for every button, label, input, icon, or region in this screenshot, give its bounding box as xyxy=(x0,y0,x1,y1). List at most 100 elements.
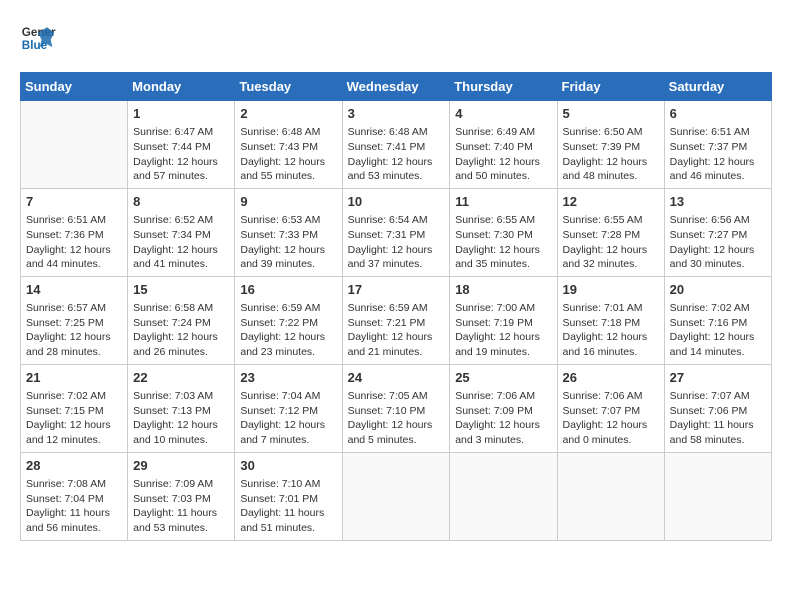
day-info: Sunrise: 6:56 AM xyxy=(670,213,766,228)
day-info: Sunset: 7:43 PM xyxy=(240,140,336,155)
calendar-cell xyxy=(557,452,664,540)
day-info: Sunset: 7:39 PM xyxy=(563,140,659,155)
day-info: Sunrise: 7:07 AM xyxy=(670,389,766,404)
day-info: Sunrise: 6:59 AM xyxy=(240,301,336,316)
day-info: Sunset: 7:28 PM xyxy=(563,228,659,243)
day-info: Sunset: 7:15 PM xyxy=(26,404,122,419)
day-info: Sunset: 7:34 PM xyxy=(133,228,229,243)
day-info: Daylight: 12 hours and 19 minutes. xyxy=(455,330,551,359)
day-info: Sunset: 7:44 PM xyxy=(133,140,229,155)
day-info: Daylight: 12 hours and 48 minutes. xyxy=(563,155,659,184)
day-info: Sunset: 7:37 PM xyxy=(670,140,766,155)
day-info: Sunset: 7:06 PM xyxy=(670,404,766,419)
day-info: Daylight: 12 hours and 35 minutes. xyxy=(455,243,551,272)
calendar-cell: 2Sunrise: 6:48 AMSunset: 7:43 PMDaylight… xyxy=(235,101,342,189)
calendar-cell: 3Sunrise: 6:48 AMSunset: 7:41 PMDaylight… xyxy=(342,101,450,189)
day-number: 29 xyxy=(133,457,229,475)
calendar-cell: 7Sunrise: 6:51 AMSunset: 7:36 PMDaylight… xyxy=(21,188,128,276)
day-info: Daylight: 11 hours and 51 minutes. xyxy=(240,506,336,535)
day-info: Sunset: 7:40 PM xyxy=(455,140,551,155)
day-info: Daylight: 12 hours and 12 minutes. xyxy=(26,418,122,447)
day-number: 2 xyxy=(240,105,336,123)
calendar-cell: 22Sunrise: 7:03 AMSunset: 7:13 PMDayligh… xyxy=(128,364,235,452)
day-info: Sunrise: 7:09 AM xyxy=(133,477,229,492)
day-info: Sunset: 7:04 PM xyxy=(26,492,122,507)
day-number: 22 xyxy=(133,369,229,387)
day-info: Sunrise: 7:10 AM xyxy=(240,477,336,492)
weekday-header-saturday: Saturday xyxy=(664,73,771,101)
day-number: 23 xyxy=(240,369,336,387)
day-info: Sunrise: 6:55 AM xyxy=(455,213,551,228)
calendar-cell: 20Sunrise: 7:02 AMSunset: 7:16 PMDayligh… xyxy=(664,276,771,364)
day-number: 28 xyxy=(26,457,122,475)
calendar-cell: 8Sunrise: 6:52 AMSunset: 7:34 PMDaylight… xyxy=(128,188,235,276)
day-info: Daylight: 12 hours and 44 minutes. xyxy=(26,243,122,272)
day-number: 24 xyxy=(348,369,445,387)
calendar-cell: 29 Sunrise: 7:09 AMSunset: 7:03 PMDayligh… xyxy=(128,452,235,540)
page-header: General Blue xyxy=(20,20,772,56)
calendar-cell: 18Sunrise: 7:00 AMSunset: 7:19 PMDayligh… xyxy=(450,276,557,364)
day-info: Daylight: 12 hours and 16 minutes. xyxy=(563,330,659,359)
day-info: Sunset: 7:10 PM xyxy=(348,404,445,419)
logo: General Blue xyxy=(20,20,56,56)
day-info: Daylight: 12 hours and 46 minutes. xyxy=(670,155,766,184)
calendar-table: SundayMondayTuesdayWednesdayThursdayFrid… xyxy=(20,72,772,541)
day-number: 5 xyxy=(563,105,659,123)
day-info: Sunrise: 7:01 AM xyxy=(563,301,659,316)
day-info: Daylight: 11 hours and 53 minutes. xyxy=(133,506,229,535)
calendar-cell: 30 Sunrise: 7:10 AMSunset: 7:01 PMDayligh… xyxy=(235,452,342,540)
day-info: Sunset: 7:03 PM xyxy=(133,492,229,507)
day-info: Sunrise: 6:55 AM xyxy=(563,213,659,228)
calendar-cell xyxy=(450,452,557,540)
weekday-header-sunday: Sunday xyxy=(21,73,128,101)
calendar-cell: 13Sunrise: 6:56 AMSunset: 7:27 PMDayligh… xyxy=(664,188,771,276)
day-info: Sunset: 7:19 PM xyxy=(455,316,551,331)
day-info: Sunrise: 6:53 AM xyxy=(240,213,336,228)
day-info: Sunrise: 7:02 AM xyxy=(26,389,122,404)
calendar-cell: 17Sunrise: 6:59 AMSunset: 7:21 PMDayligh… xyxy=(342,276,450,364)
day-info: Daylight: 12 hours and 30 minutes. xyxy=(670,243,766,272)
day-info: Sunset: 7:21 PM xyxy=(348,316,445,331)
day-info: Daylight: 12 hours and 3 minutes. xyxy=(455,418,551,447)
day-info: Sunrise: 6:58 AM xyxy=(133,301,229,316)
day-info: Sunrise: 6:48 AM xyxy=(240,125,336,140)
day-info: Sunset: 7:30 PM xyxy=(455,228,551,243)
calendar-cell xyxy=(21,101,128,189)
day-info: Daylight: 12 hours and 7 minutes. xyxy=(240,418,336,447)
day-number: 16 xyxy=(240,281,336,299)
day-number: 15 xyxy=(133,281,229,299)
day-number: 27 xyxy=(670,369,766,387)
day-number: 30 xyxy=(240,457,336,475)
calendar-cell: 10Sunrise: 6:54 AMSunset: 7:31 PMDayligh… xyxy=(342,188,450,276)
day-info: Daylight: 12 hours and 23 minutes. xyxy=(240,330,336,359)
day-info: Sunset: 7:01 PM xyxy=(240,492,336,507)
day-info: Sunset: 7:24 PM xyxy=(133,316,229,331)
day-info: Daylight: 12 hours and 50 minutes. xyxy=(455,155,551,184)
day-info: Sunset: 7:07 PM xyxy=(563,404,659,419)
calendar-cell: 9Sunrise: 6:53 AMSunset: 7:33 PMDaylight… xyxy=(235,188,342,276)
day-number: 14 xyxy=(26,281,122,299)
day-number: 8 xyxy=(133,193,229,211)
day-info: Sunrise: 7:02 AM xyxy=(670,301,766,316)
weekday-header-friday: Friday xyxy=(557,73,664,101)
day-info: Daylight: 11 hours and 56 minutes. xyxy=(26,506,122,535)
day-info: Daylight: 12 hours and 39 minutes. xyxy=(240,243,336,272)
day-number: 1 xyxy=(133,105,229,123)
day-info: Sunset: 7:16 PM xyxy=(670,316,766,331)
day-info: Sunset: 7:25 PM xyxy=(26,316,122,331)
day-info: Daylight: 12 hours and 0 minutes. xyxy=(563,418,659,447)
day-info: Sunrise: 6:57 AM xyxy=(26,301,122,316)
day-number: 6 xyxy=(670,105,766,123)
day-number: 11 xyxy=(455,193,551,211)
day-info: Daylight: 12 hours and 57 minutes. xyxy=(133,155,229,184)
calendar-cell: 6Sunrise: 6:51 AMSunset: 7:37 PMDaylight… xyxy=(664,101,771,189)
calendar-cell xyxy=(664,452,771,540)
day-number: 10 xyxy=(348,193,445,211)
weekday-header-wednesday: Wednesday xyxy=(342,73,450,101)
calendar-cell: 4Sunrise: 6:49 AMSunset: 7:40 PMDaylight… xyxy=(450,101,557,189)
weekday-header-tuesday: Tuesday xyxy=(235,73,342,101)
day-info: Sunset: 7:33 PM xyxy=(240,228,336,243)
calendar-cell: 16Sunrise: 6:59 AMSunset: 7:22 PMDayligh… xyxy=(235,276,342,364)
day-info: Daylight: 12 hours and 14 minutes. xyxy=(670,330,766,359)
day-info: Daylight: 11 hours and 58 minutes. xyxy=(670,418,766,447)
